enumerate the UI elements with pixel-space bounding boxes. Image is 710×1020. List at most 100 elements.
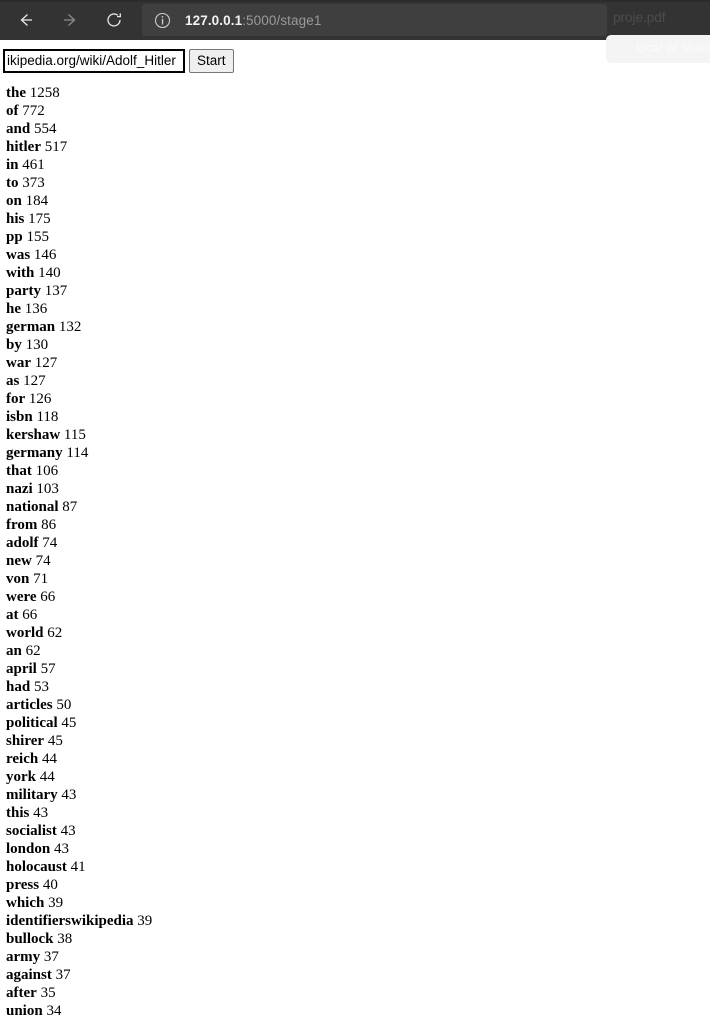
start-button[interactable]: Start [189, 49, 234, 73]
word-frequency-row: april 57 [0, 660, 710, 678]
info-circle-icon[interactable] [154, 12, 171, 29]
word-count: 554 [33, 121, 57, 137]
word-term: pp [6, 229, 23, 245]
word-term: military [6, 787, 58, 803]
arrow-left-icon [16, 10, 36, 30]
word-term: which [6, 895, 45, 911]
word-count: 74 [35, 553, 51, 569]
word-term: adolf [6, 535, 39, 551]
word-count: 127 [34, 355, 58, 371]
word-frequency-row: at 66 [0, 606, 710, 624]
word-frequency-row: national 87 [0, 498, 710, 516]
word-count: 41 [70, 859, 86, 875]
word-frequency-row: by 130 [0, 336, 710, 354]
download-item-label[interactable]: proje.pdf [613, 10, 666, 25]
reload-button[interactable] [100, 6, 128, 34]
word-count: 66 [22, 607, 38, 623]
address-bar[interactable]: 127.0.0.1:5000/stage1 [142, 4, 607, 36]
word-count: 175 [28, 211, 51, 227]
word-term: was [6, 247, 31, 263]
word-term: von [6, 571, 30, 587]
word-term: were [6, 589, 37, 605]
browser-toolbar: 127.0.0.1:5000/stage1 proje.pdf [0, 0, 710, 40]
word-term: april [6, 661, 37, 677]
word-count: 87 [62, 499, 78, 515]
word-frequency-row: in 461 [0, 156, 710, 174]
word-frequency-row: to 373 [0, 174, 710, 192]
word-term: and [6, 121, 31, 137]
word-term: had [6, 679, 31, 695]
word-count: 184 [25, 193, 49, 209]
word-frequency-list: the 1258 of 772 and 554 hitler 517 in 461 to … [0, 84, 710, 1020]
word-term: political [6, 715, 58, 731]
word-count: 37 [43, 949, 59, 965]
word-count: 373 [22, 175, 45, 191]
word-count: 45 [47, 733, 63, 749]
word-term: socialist [6, 823, 57, 839]
word-term: nazi [6, 481, 33, 497]
word-frequency-row: hitler 517 [0, 138, 710, 156]
word-term: german [6, 319, 56, 335]
word-frequency-row: after 35 [0, 984, 710, 1002]
word-frequency-row: an 62 [0, 642, 710, 660]
word-frequency-row: press 40 [0, 876, 710, 894]
word-count: 37 [55, 967, 71, 983]
word-frequency-row: war 127 [0, 354, 710, 372]
url-submit-form: Start [0, 48, 710, 74]
word-frequency-row: for 126 [0, 390, 710, 408]
word-frequency-row: world 62 [0, 624, 710, 642]
word-frequency-row: socialist 43 [0, 822, 710, 840]
word-count: 772 [22, 103, 45, 119]
word-frequency-row: military 43 [0, 786, 710, 804]
word-term: articles [6, 697, 53, 713]
word-term: of [6, 103, 19, 119]
word-frequency-row: union 34 [0, 1002, 710, 1020]
word-frequency-row: with 140 [0, 264, 710, 282]
word-frequency-row: articles 50 [0, 696, 710, 714]
word-term: world [6, 625, 44, 641]
word-count: 103 [36, 481, 59, 497]
word-term: reich [6, 751, 39, 767]
word-term: kershaw [6, 427, 61, 443]
word-frequency-row: isbn 118 [0, 408, 710, 426]
word-frequency-row: this 43 [0, 804, 710, 822]
word-count: 74 [42, 535, 58, 551]
word-count: 43 [60, 823, 76, 839]
word-term: against [6, 967, 52, 983]
word-frequency-row: from 86 [0, 516, 710, 534]
word-frequency-row: london 43 [0, 840, 710, 858]
word-frequency-row: that 106 [0, 462, 710, 480]
word-term: he [6, 301, 21, 317]
url-input[interactable] [3, 49, 185, 73]
word-term: london [6, 841, 51, 857]
word-frequency-row: reich 44 [0, 750, 710, 768]
address-bar-url: 127.0.0.1:5000/stage1 [185, 13, 321, 28]
word-count: 43 [53, 841, 69, 857]
word-frequency-row: army 37 [0, 948, 710, 966]
word-count: 130 [25, 337, 49, 353]
forward-button[interactable] [56, 6, 84, 34]
word-count: 132 [58, 319, 82, 335]
word-term: at [6, 607, 19, 623]
word-count: 66 [40, 589, 56, 605]
word-term: holocaust [6, 859, 67, 875]
back-button[interactable] [12, 6, 40, 34]
word-frequency-row: against 37 [0, 966, 710, 984]
word-frequency-row: von 71 [0, 570, 710, 588]
word-term: after [6, 985, 37, 1001]
word-frequency-row: new 74 [0, 552, 710, 570]
word-count: 43 [33, 805, 49, 821]
word-frequency-row: his 175 [0, 210, 710, 228]
word-count: 517 [44, 139, 68, 155]
word-frequency-row: had 53 [0, 678, 710, 696]
word-frequency-row: shirer 45 [0, 732, 710, 750]
word-count: 39 [48, 895, 64, 911]
word-term: that [6, 463, 32, 479]
word-frequency-row: holocaust 41 [0, 858, 710, 876]
word-term: identifierswikipedia [6, 913, 134, 929]
word-term: germany [6, 445, 63, 461]
word-count: 140 [38, 265, 61, 281]
word-frequency-row: kershaw 115 [0, 426, 710, 444]
word-frequency-row: as 127 [0, 372, 710, 390]
word-term: war [6, 355, 31, 371]
